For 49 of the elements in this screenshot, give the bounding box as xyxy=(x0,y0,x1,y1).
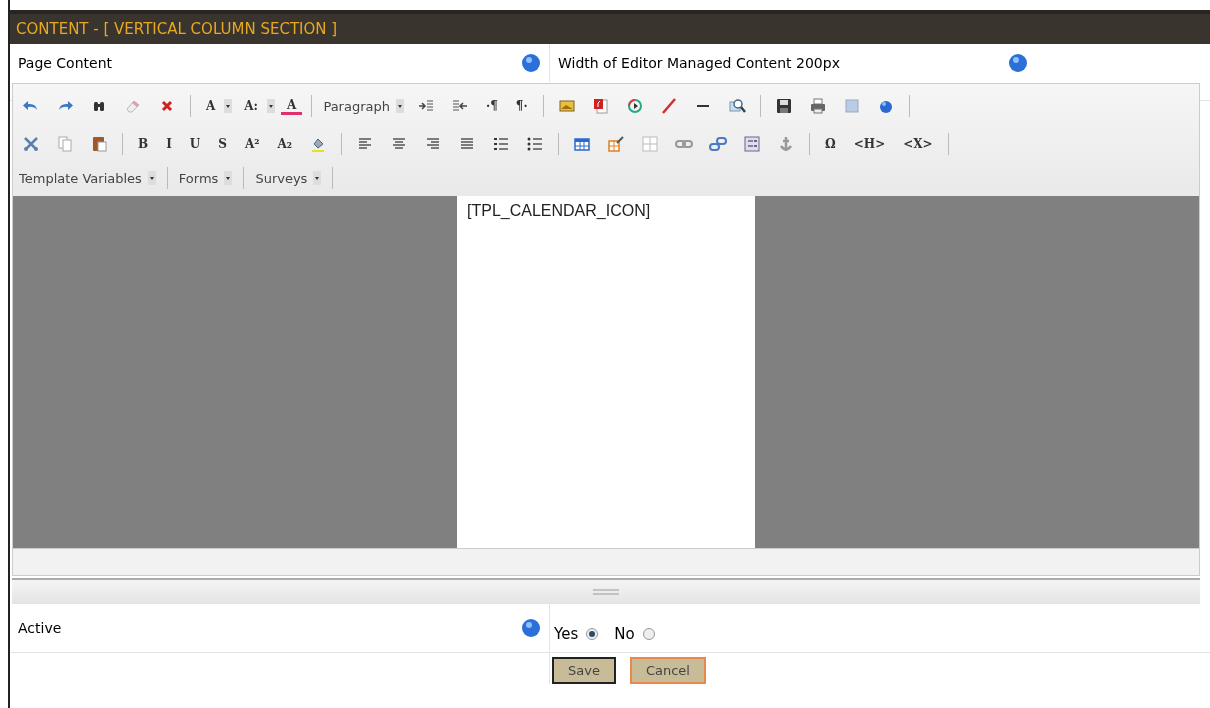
format-button[interactable]: A₂ xyxy=(271,137,299,151)
format-button[interactable]: <H> xyxy=(847,137,892,151)
form-button[interactable]: Save xyxy=(552,657,616,684)
section-title-bar: CONTENT - [ VERTICAL COLUMN SECTION ] xyxy=(10,10,1210,44)
bulleted-list-icon[interactable] xyxy=(526,135,545,153)
font-button[interactable]: A xyxy=(200,99,222,113)
form-icon[interactable] xyxy=(743,135,762,153)
media-icon[interactable] xyxy=(625,97,644,115)
radio-label: Yes xyxy=(554,625,579,643)
numbered-list-icon[interactable] xyxy=(492,135,511,153)
grip-icon[interactable] xyxy=(591,589,621,595)
help-icon[interactable] xyxy=(521,53,541,73)
format-button[interactable]: A² xyxy=(238,137,266,151)
paste-icon[interactable] xyxy=(90,135,108,153)
print-icon[interactable] xyxy=(808,97,827,115)
font-color-button[interactable]: A xyxy=(281,97,303,115)
format-button[interactable]: S xyxy=(212,137,233,151)
table-edit-icon[interactable] xyxy=(607,135,626,153)
radio-button[interactable] xyxy=(586,628,599,640)
format-dropdown[interactable]: Paragraph xyxy=(321,98,406,114)
font-button[interactable]: A: xyxy=(238,99,265,113)
table-icon[interactable] xyxy=(573,135,592,153)
help-icon[interactable] xyxy=(521,618,541,638)
help-icon[interactable] xyxy=(1008,53,1028,73)
editor-page[interactable]: [TPL_CALENDAR_ICON] xyxy=(457,196,755,548)
placeholder-token: [TPL_CALENDAR_ICON] xyxy=(467,202,651,219)
field-label: Page Content xyxy=(18,55,113,71)
save-icon[interactable] xyxy=(774,97,793,115)
format-button[interactable]: B xyxy=(132,137,155,151)
format-dropdown[interactable]: Surveys xyxy=(253,170,324,186)
format-button[interactable]: <X> xyxy=(897,137,939,151)
format-dropdown[interactable]: Template Variables xyxy=(17,170,158,186)
zoom-icon[interactable] xyxy=(727,97,746,115)
form-button[interactable]: Cancel xyxy=(629,657,706,684)
image-icon[interactable] xyxy=(557,97,576,115)
cut-icon[interactable] xyxy=(22,135,40,153)
format-button[interactable]: U xyxy=(183,137,207,151)
chain-icon[interactable] xyxy=(709,135,728,153)
format-button[interactable]: ·¶ xyxy=(479,99,504,113)
cells-icon[interactable] xyxy=(641,135,660,153)
format-button[interactable]: I xyxy=(160,137,178,151)
format-button[interactable]: Ω xyxy=(819,137,842,151)
format-dropdown[interactable]: Forms xyxy=(176,170,235,186)
flash-icon[interactable] xyxy=(591,97,610,115)
radio-label: No xyxy=(614,625,635,643)
width-note: Width of Editor Managed Content 200px xyxy=(558,55,840,71)
field-label: Active xyxy=(18,620,62,636)
format-button[interactable]: ¶· xyxy=(509,99,534,113)
radio-button[interactable] xyxy=(642,628,655,640)
